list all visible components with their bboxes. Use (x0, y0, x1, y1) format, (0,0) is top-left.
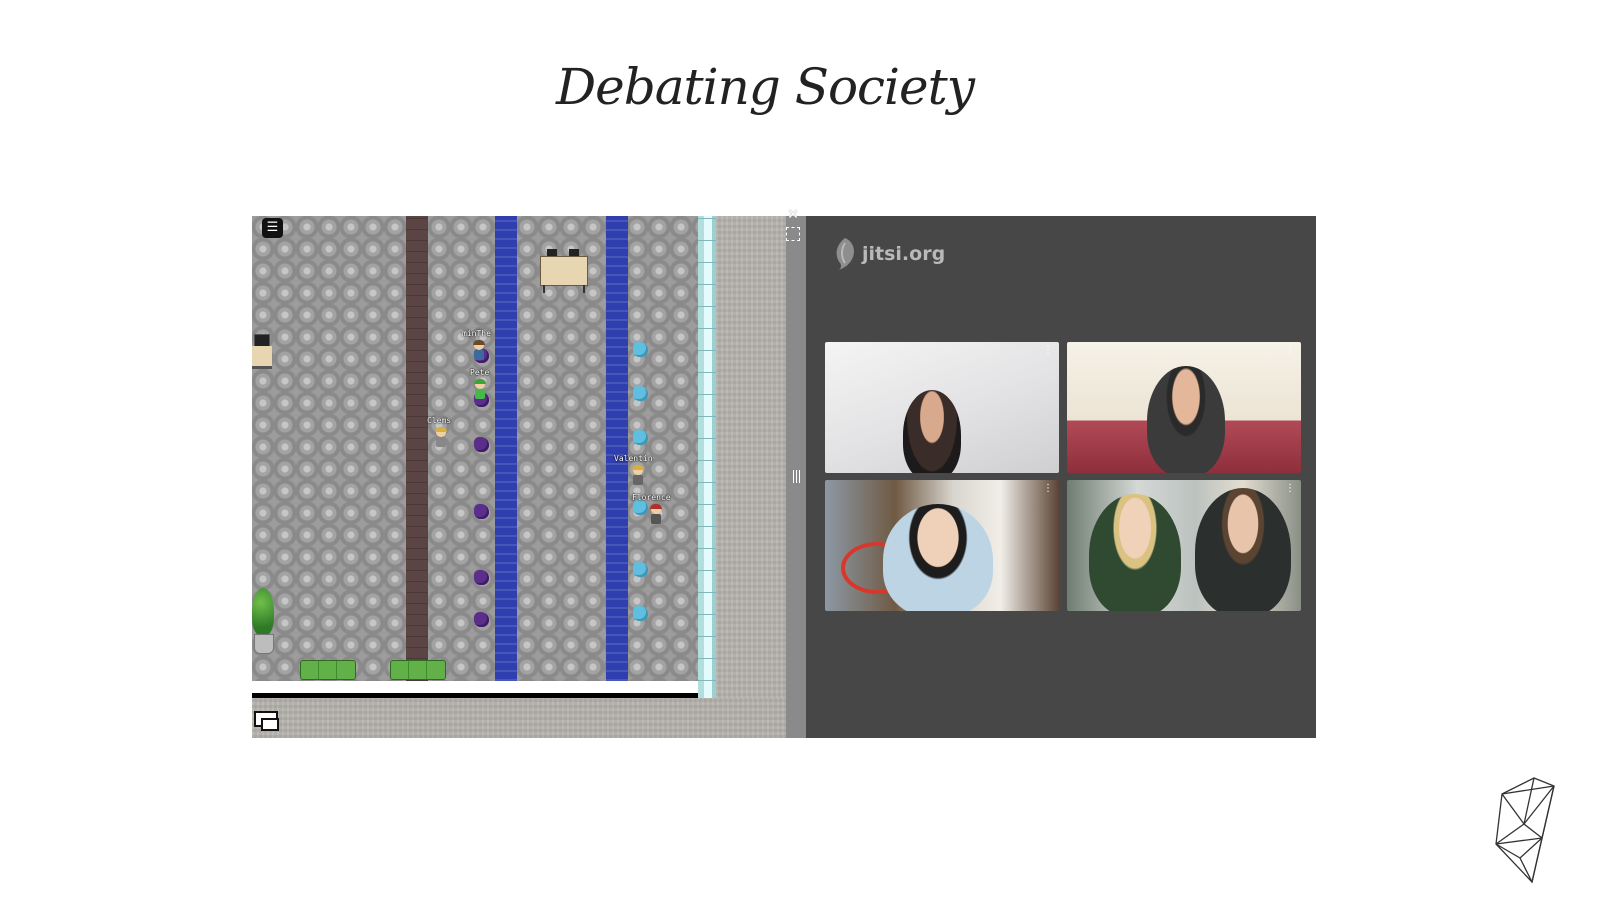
more-vertical-icon[interactable]: ⋮ (1285, 346, 1295, 356)
beanbag-purple (474, 570, 489, 585)
page-title: Debating Society (556, 58, 975, 116)
player-name: Valentin (614, 454, 653, 463)
water-channel-right (606, 216, 628, 681)
green-sofa (300, 660, 356, 680)
player-name: Florence (632, 493, 671, 502)
green-sofa (390, 660, 446, 680)
more-vertical-icon[interactable]: ⋮ (1285, 484, 1295, 494)
player-avatar[interactable] (631, 465, 645, 486)
beanbag-cyan (633, 386, 648, 401)
water-channel-left (495, 216, 517, 681)
polyhedron-logo-icon (1495, 777, 1555, 884)
beanbag-purple (474, 612, 489, 627)
beanbag-cyan (633, 562, 648, 577)
player-avatar[interactable] (473, 379, 487, 400)
app-container: ☰ minThe Pete Clems Valentin Florence ✕ … (252, 207, 1316, 738)
beanbag-cyan (633, 606, 648, 621)
more-vertical-icon[interactable]: ⋮ (1043, 484, 1053, 494)
jitsi-leaf-icon (836, 238, 854, 270)
computer-desk (252, 334, 272, 374)
video-tile[interactable]: ⋮ (1067, 480, 1301, 611)
fullscreen-icon[interactable] (786, 227, 800, 241)
player-avatar[interactable] (649, 504, 663, 525)
jitsi-logo-text: jitsi.org (862, 243, 946, 265)
beanbag-cyan (633, 430, 648, 445)
video-tile[interactable]: ⋮ (825, 480, 1059, 611)
jitsi-logo[interactable]: jitsi.org (832, 236, 945, 272)
more-vertical-icon[interactable]: ⋮ (1043, 346, 1053, 356)
beanbag-purple (474, 504, 489, 519)
table-furniture (540, 249, 588, 293)
video-tile[interactable]: ⋮ (1067, 342, 1301, 473)
player-avatar[interactable] (434, 427, 448, 448)
potted-plant (252, 588, 274, 656)
video-tile[interactable]: ⋮ (825, 342, 1059, 473)
gravel-path-bottom (252, 698, 786, 738)
player-name: minThe (462, 329, 491, 338)
resize-grip-icon[interactable] (793, 470, 801, 483)
chat-bubbles-icon[interactable] (254, 711, 279, 731)
panel-resizer[interactable] (786, 216, 806, 738)
gravel-path (716, 216, 786, 738)
beanbag-cyan (633, 342, 648, 357)
hamburger-menu-icon[interactable]: ☰ (262, 218, 283, 238)
beanbag-cyan (633, 500, 648, 515)
close-icon[interactable]: ✕ (785, 207, 801, 223)
jitsi-video-panel: jitsi.org ⋮ ⋮ ⋮ ⋮ (806, 216, 1316, 738)
game-map[interactable]: ☰ minThe Pete Clems Valentin Florence (252, 216, 786, 738)
beanbag-purple (474, 437, 489, 452)
wall-strip (252, 681, 698, 693)
wooden-walkway (406, 216, 428, 681)
player-name: Pete (470, 368, 490, 377)
player-name: Clems (427, 416, 452, 425)
player-avatar[interactable] (472, 340, 486, 361)
